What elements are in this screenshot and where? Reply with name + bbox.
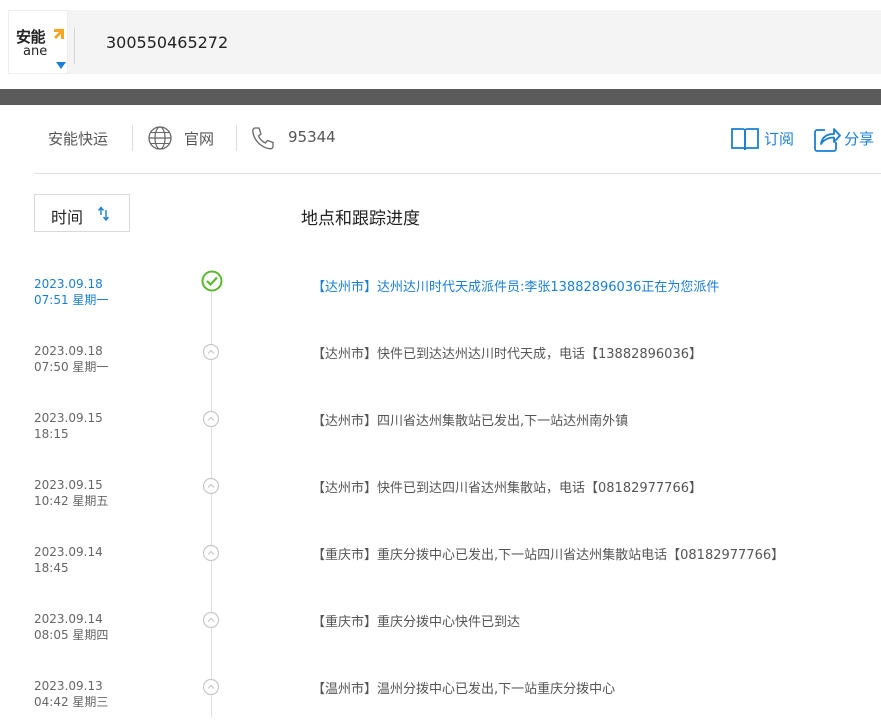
event-description: 【重庆市】重庆分拨中心已发出,下一站四川省达州集散站电话【08182977766… [312,548,785,563]
timeline-event: 2023.09.13 04:42 星期三 【温州市】温州分拨中心已发出,下一站重… [0,678,881,728]
event-date: 2023.09.14 [34,612,103,626]
timeline-event: 2023.09.18 07:50 星期一 【达州市】快件已到达达州达川时代天成，… [0,343,881,393]
chevron-up-circle-icon [202,544,220,562]
event-date: 2023.09.15 [34,411,103,425]
event-time: 18:15 [34,427,69,441]
event-description: 【温州市】温州分拨中心已发出,下一站重庆分拨中心 [312,682,616,697]
event-date: 2023.09.14 [34,545,103,559]
logo-arrow-icon [54,29,64,39]
event-datetime: 2023.09.15 18:15 [34,410,103,442]
tracking-header-bar: 安能 ane 300550465272 [8,10,881,74]
progress-column-header: 地点和跟踪进度 [301,209,420,229]
event-datetime: 2023.09.18 07:50 星期一 [34,343,108,375]
event-date: 2023.09.13 [34,679,103,693]
event-datetime: 2023.09.15 10:42 星期五 [34,477,108,509]
event-datetime: 2023.09.18 07:51 星期一 [34,276,108,308]
timeline-event: 2023.09.14 18:45 【重庆市】重庆分拨中心已发出,下一站四川省达州… [0,544,881,594]
time-sort-label: 时间 [51,208,84,227]
subscribe-button[interactable]: 订阅 [764,128,794,149]
chevron-down-icon[interactable] [56,62,66,69]
event-time: 10:42 星期五 [34,494,109,508]
chevron-up-circle-icon [202,343,220,361]
chevron-up-circle-icon [202,611,220,629]
check-circle-icon [201,270,223,292]
event-description: 【达州市】快件已到达达州达川时代天成，电话【13882896036】 [312,347,702,362]
timeline-event: 2023.09.18 07:51 星期一 【达州市】达州达川时代天成派件员:李张… [0,270,881,326]
event-time: 04:42 星期三 [34,695,109,709]
timeline-event: 2023.09.14 08:05 星期四 【重庆市】重庆分拨中心快件已到达 [0,611,881,661]
timeline-event: 2023.09.15 18:15 【达州市】四川省达州集散站已发出,下一站达州南… [0,410,881,460]
event-date: 2023.09.15 [34,478,103,492]
chevron-up-circle-icon [202,678,220,696]
event-datetime: 2023.09.14 18:45 [34,544,103,576]
divider [236,125,237,151]
company-name: 安能快运 [48,130,109,148]
time-sort-button[interactable]: 时间 [34,194,130,232]
share-icon[interactable] [813,125,841,153]
event-description: 【达州市】达州达川时代天成派件员:李张13882896036正在为您派件 [312,280,720,295]
event-time: 07:51 星期一 [34,293,109,307]
share-button[interactable]: 分享 [844,128,874,149]
chevron-up-circle-icon [202,410,220,428]
event-date: 2023.09.18 [34,344,103,358]
phone-icon [252,127,274,150]
event-time: 07:50 星期一 [34,360,109,374]
carrier-info-row: 安能快运 官网 95344 订阅 分享 [0,106,881,172]
website-link[interactable]: 官网 [184,128,214,149]
divider [132,125,133,151]
chevron-up-circle-icon [202,477,220,495]
divider [34,173,881,174]
event-datetime: 2023.09.14 08:05 星期四 [34,611,108,643]
event-description: 【重庆市】重庆分拨中心快件已到达 [312,615,521,630]
event-date: 2023.09.18 [34,277,103,291]
timeline-event: 2023.09.15 10:42 星期五 【达州市】快件已到达四川省达州集散站，… [0,477,881,527]
dark-separator-bar [0,89,881,105]
tracking-number-input[interactable]: 300550465272 [106,33,228,52]
event-description: 【达州市】快件已到达四川省达州集散站，电话【08182977766】 [312,481,702,496]
carrier-logo-text-en: ane [23,44,48,59]
phone-number[interactable]: 95344 [288,128,336,146]
divider [74,28,75,64]
event-time: 18:45 [34,561,69,575]
carrier-selector[interactable]: 安能 ane [8,10,68,74]
event-datetime: 2023.09.13 04:42 星期三 [34,678,108,710]
sort-icon [97,206,110,222]
event-time: 08:05 星期四 [34,628,109,642]
event-description: 【达州市】四川省达州集散站已发出,下一站达州南外镇 [312,414,629,429]
book-icon[interactable] [730,126,760,152]
globe-icon[interactable] [147,125,173,151]
